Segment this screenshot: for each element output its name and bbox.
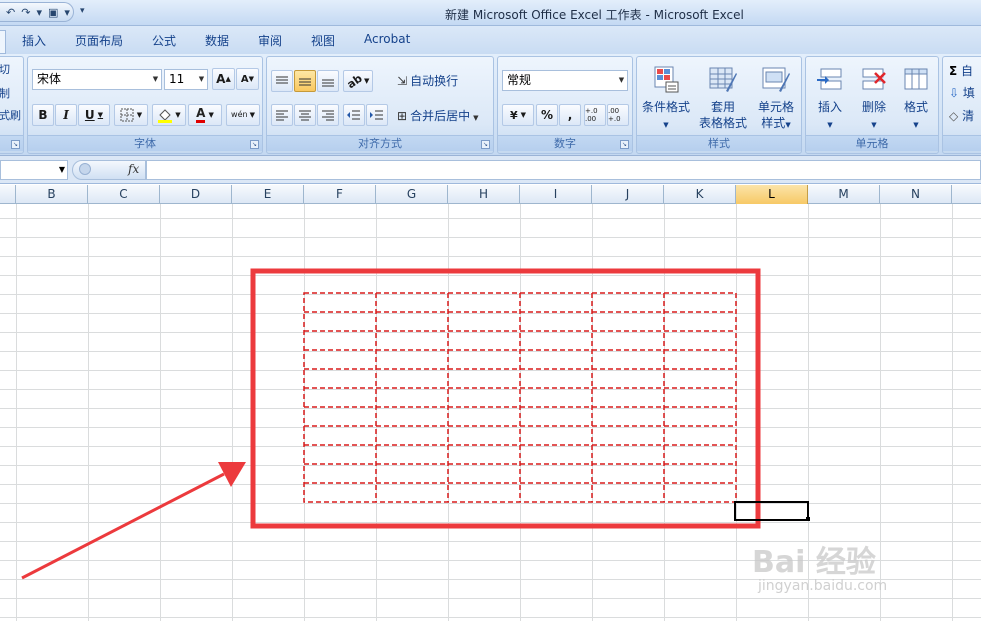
highlight-box bbox=[250, 268, 761, 529]
baidu-watermark: Bai 经验 bbox=[752, 545, 876, 580]
active-cell[interactable] bbox=[734, 501, 809, 521]
fill-handle[interactable] bbox=[806, 517, 810, 521]
annotation-overlay bbox=[21, 268, 810, 580]
dashed-border-table bbox=[303, 292, 737, 503]
baidu-watermark-url: jingyan.baidu.com bbox=[758, 578, 888, 594]
arrow-icon bbox=[21, 462, 246, 580]
